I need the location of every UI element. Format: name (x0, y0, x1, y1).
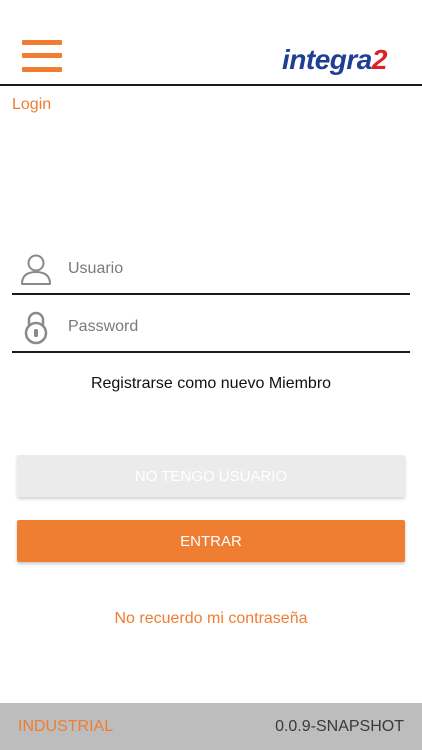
version-label: 0.0.9-SNAPSHOT (275, 718, 404, 735)
forgot-password-link[interactable]: No recuerdo mi contraseña (0, 610, 422, 628)
integra2-logo: integra 2 (282, 32, 387, 74)
register-link[interactable]: Registrarse como nuevo Miembro (0, 375, 422, 393)
footer-bar: INDUSTRIAL 0.0.9-SNAPSHOT (0, 703, 422, 750)
password-field[interactable] (12, 303, 410, 353)
menu-bar-bottom (22, 67, 62, 72)
username-field[interactable] (12, 245, 410, 295)
logo-number: 2 (371, 44, 388, 75)
username-input[interactable] (68, 260, 398, 278)
menu-bar-middle (22, 53, 62, 58)
page-title: Login (12, 96, 52, 113)
lock-icon (14, 307, 58, 347)
menu-bar-top (22, 40, 62, 45)
hamburger-menu-icon[interactable] (22, 38, 64, 74)
password-input[interactable] (68, 318, 398, 336)
enter-button[interactable]: ENTRAR (17, 520, 405, 562)
app-header: integra 2 (0, 0, 422, 86)
logo-text: integra (282, 44, 372, 75)
environment-label: INDUSTRIAL (18, 718, 114, 735)
no-user-button[interactable]: NO TENGO USUARIO (17, 455, 405, 497)
user-icon (14, 249, 58, 289)
